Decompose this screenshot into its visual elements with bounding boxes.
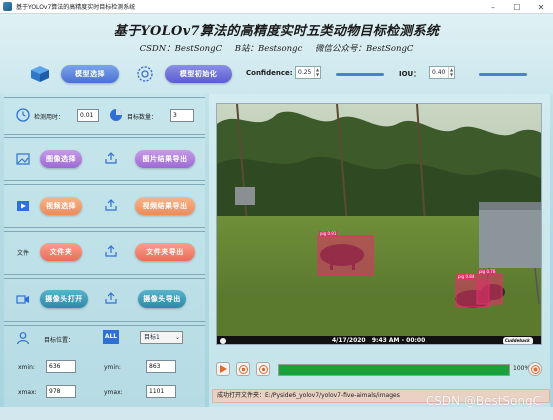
count-label: 目标数量：	[127, 114, 158, 121]
page-title: 基于YOLOv7算法的高精度实时五类动物目标检测系统	[113, 24, 440, 39]
iou-value: 0.40	[432, 69, 446, 76]
camera-open-button[interactable]: 摄像头打开	[40, 290, 88, 308]
playback-progress-fill	[279, 365, 509, 375]
user-icon	[16, 332, 30, 345]
xmin-label: xmin:	[18, 364, 35, 371]
author-info: CSDN：BestSongC B站：Bestsongc 微信公众号：BestSo…	[0, 42, 553, 54]
spin-arrows-icon[interactable]: ▲ ▼	[448, 67, 454, 78]
spin-arrows-icon[interactable]: ▲ ▼	[314, 67, 320, 78]
xmax-field: 978	[46, 385, 76, 398]
camera-export-button[interactable]: 摄像头导出	[138, 290, 186, 308]
pause-icon	[258, 364, 268, 374]
video-select-button[interactable]: 视频选择	[40, 197, 82, 215]
xmin-field: 636	[46, 360, 76, 373]
image-icon	[16, 153, 30, 165]
video-icon	[17, 201, 29, 211]
gear-icon	[137, 66, 153, 82]
minimize-button[interactable]: –	[481, 0, 505, 14]
ymin-field: 863	[146, 360, 176, 373]
pause-button[interactable]	[256, 362, 270, 376]
detection-label-2: pig 0.84	[457, 274, 476, 279]
time-label: 检测用时：	[34, 114, 65, 121]
playback-controls: 100%	[216, 362, 542, 378]
model-select-button[interactable]: 模型选择	[61, 65, 119, 83]
image-select-button[interactable]: 图像选择	[40, 150, 82, 168]
ymax-field: 1101	[146, 385, 176, 398]
stop-button[interactable]	[236, 362, 250, 376]
target-position-label: 目标位置：	[44, 337, 75, 344]
window-title: 基于YOLOv7算法的高精度实时目标检测系统	[16, 4, 136, 11]
window-titlebar: 基于YOLOv7算法的高精度实时目标检测系统 – ☐ ✕	[0, 0, 553, 14]
watermark: CSDN @BestSongC	[425, 394, 541, 408]
bottom-strip	[0, 407, 553, 420]
upload-icon[interactable]	[104, 244, 118, 258]
trail-camera-image	[217, 104, 541, 344]
confidence-label: Confidence:	[246, 69, 293, 77]
count-value-field: 3	[170, 109, 194, 122]
time-value-field: 0.01	[77, 109, 99, 122]
record-icon	[530, 364, 540, 374]
image-export-button[interactable]: 图片结果导出	[135, 150, 195, 168]
upload-icon[interactable]	[104, 291, 118, 305]
pie-chart-icon	[110, 109, 122, 121]
iou-spinbox[interactable]: 0.40 ▲ ▼	[429, 66, 455, 79]
wechat-text: 微信公众号：BestSongC	[314, 44, 414, 54]
confidence-slider[interactable]	[336, 73, 384, 76]
detection-label-1: pig 0.91	[319, 231, 338, 236]
toolbar: 模型选择 模型初始化 Confidence: 0.25 ▲ ▼ IOU： 0.40…	[0, 60, 553, 88]
app-icon	[3, 2, 12, 11]
upload-icon[interactable]	[104, 198, 118, 212]
ymin-label: ymin:	[104, 364, 121, 371]
target-select[interactable]: 目标1 ⌄	[140, 331, 183, 344]
folder-row-label: 文件	[17, 250, 30, 257]
record-button[interactable]	[528, 362, 542, 376]
confidence-spinbox[interactable]: 0.25 ▲ ▼	[295, 66, 321, 79]
xmax-label: xmax:	[18, 389, 37, 396]
play-icon	[220, 365, 227, 373]
folder-export-button[interactable]: 文件夹导出	[135, 243, 195, 261]
video-export-button[interactable]: 视频结果导出	[135, 197, 195, 215]
playback-progress-bar[interactable]	[278, 364, 510, 376]
maximize-button[interactable]: ☐	[505, 0, 529, 14]
iou-slider[interactable]	[479, 73, 527, 76]
bilibili-text: B站：Bestsongc	[234, 44, 303, 54]
clock-icon	[16, 108, 30, 122]
detection-display: pig 0.91 pig 0.84 pig 0.78 4/17/2020 9:4…	[216, 103, 542, 345]
camera-brand-logo: Cuddeback	[505, 338, 530, 343]
camera-icon	[16, 295, 29, 304]
model-init-button[interactable]: 模型初始化	[165, 65, 232, 83]
camera-timestamp: 4/17/2020 9:43 AM - 00:00	[332, 337, 426, 344]
chevron-down-icon: ⌄	[174, 334, 180, 341]
detection-label-3: pig 0.78	[478, 269, 497, 274]
iou-label: IOU：	[399, 70, 421, 78]
confidence-value: 0.25	[298, 69, 312, 76]
upload-icon[interactable]	[104, 151, 118, 165]
target-select-value: 目标1	[144, 334, 160, 341]
play-button[interactable]	[216, 362, 230, 376]
csdn-text: CSDN：BestSongC	[139, 44, 223, 54]
close-button[interactable]: ✕	[529, 0, 553, 14]
all-targets-icon[interactable]: ALL	[103, 330, 119, 344]
folder-open-button[interactable]: 文件夹	[40, 243, 82, 261]
cube-icon	[31, 66, 49, 82]
stop-icon	[238, 364, 248, 374]
ymax-label: ymax:	[104, 389, 123, 396]
window-controls: – ☐ ✕	[481, 0, 553, 14]
